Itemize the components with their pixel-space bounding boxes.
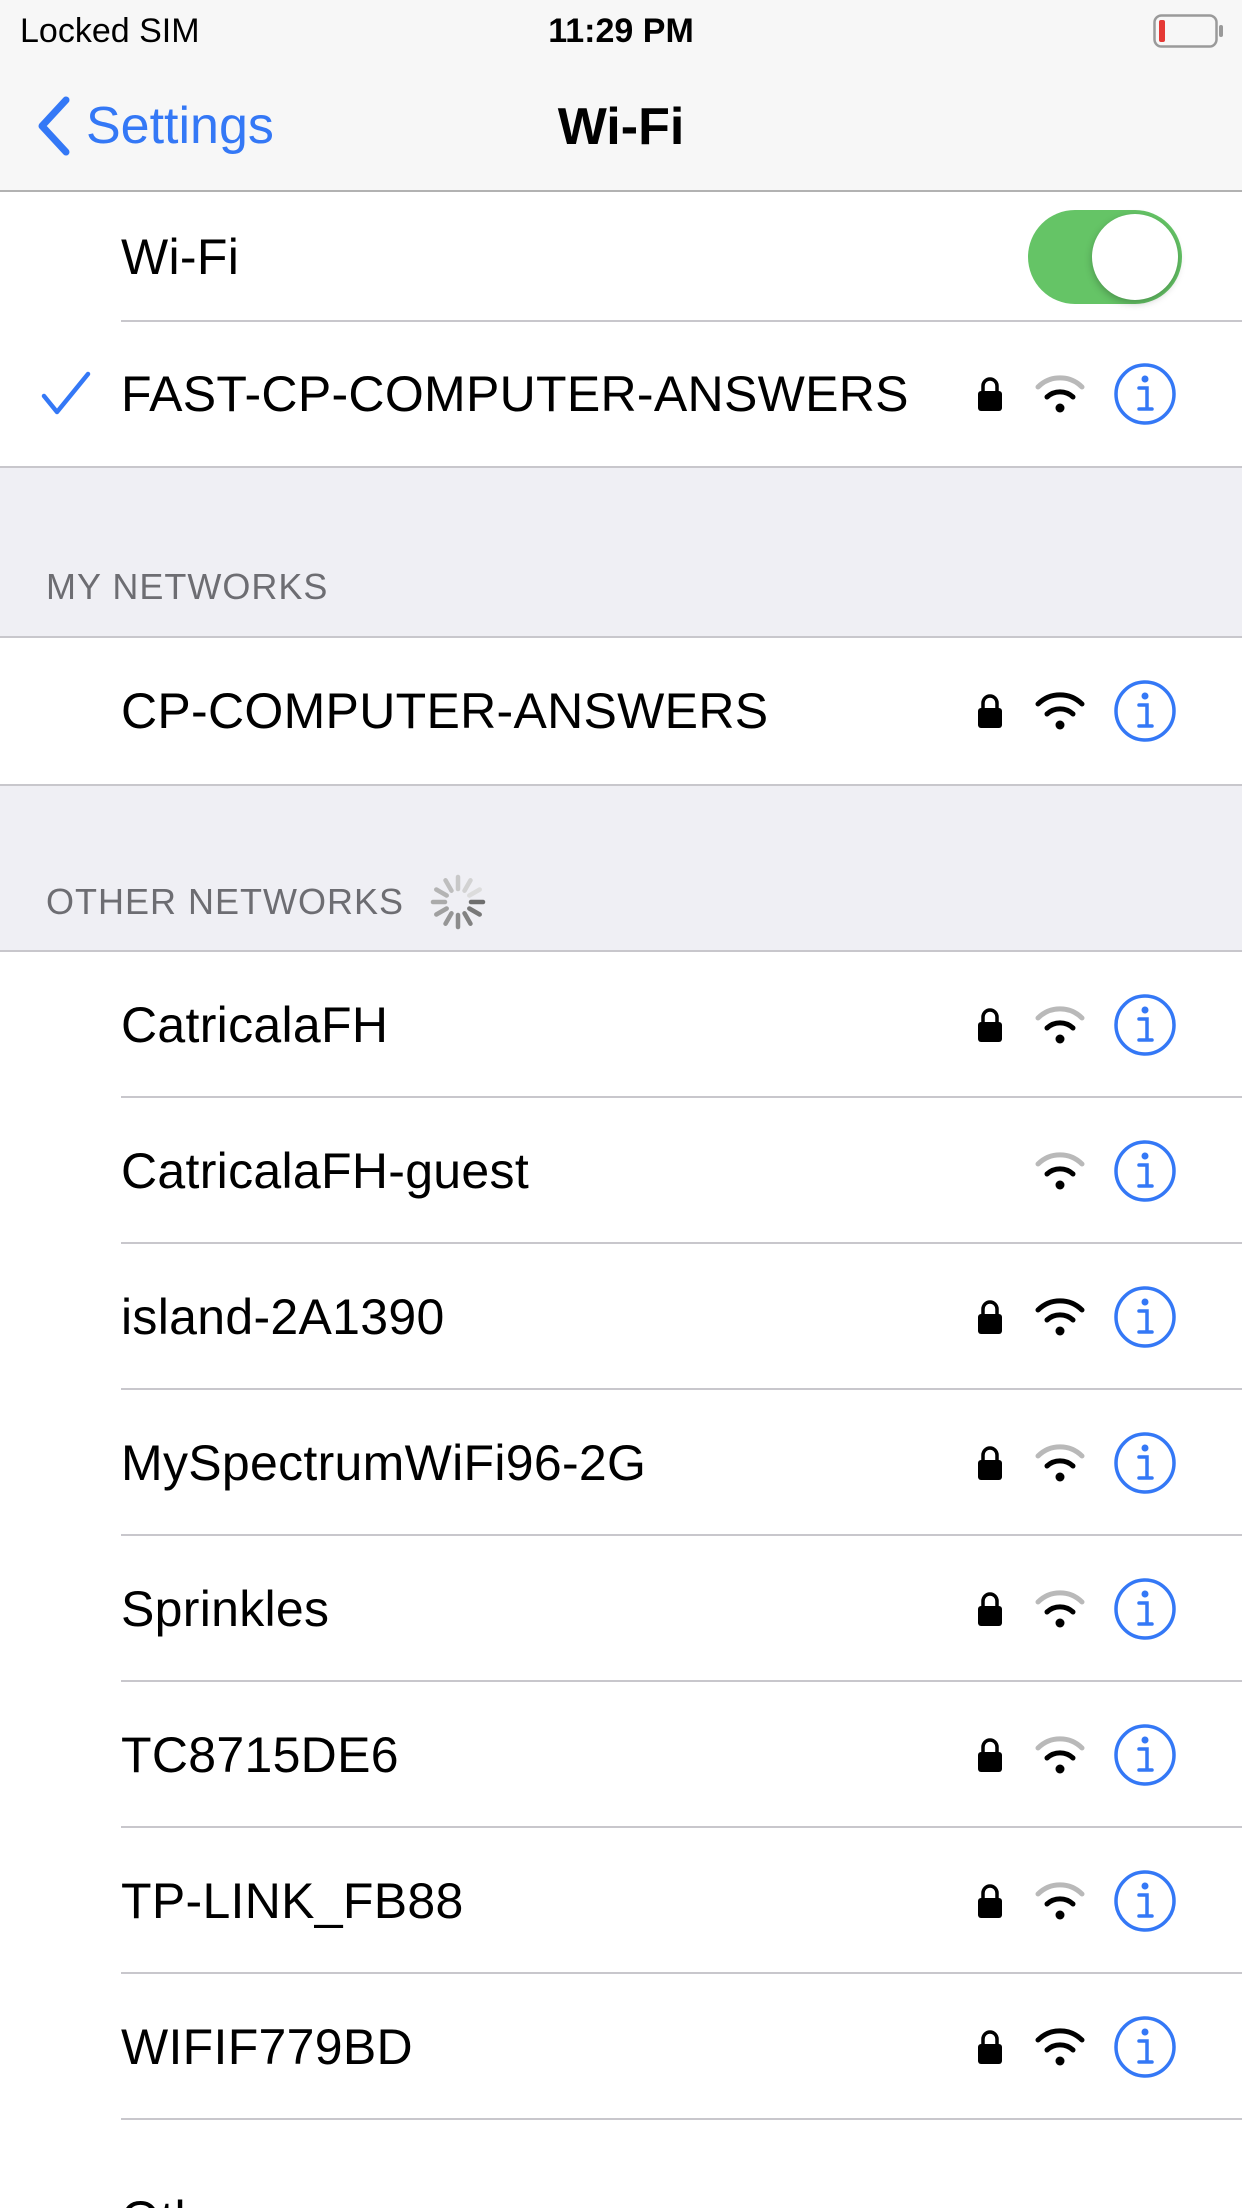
my-networks-header: MY NETWORKS <box>46 566 329 607</box>
other-network-row[interactable]: Other... <box>0 2120 1242 2208</box>
other-networks-header: OTHER NETWORKS <box>46 872 488 932</box>
info-icon[interactable] <box>1112 1138 1178 1204</box>
status-bar: Locked SIM 11:29 PM <box>0 0 1242 60</box>
wifi-signal-icon <box>1035 375 1085 413</box>
other-networks-label: OTHER NETWORKS <box>46 881 405 922</box>
wifi-toggle-row: Wi-Fi <box>0 192 1242 322</box>
network-row[interactable]: TC8715DE6 <box>0 1682 1242 1828</box>
info-icon[interactable] <box>1112 1284 1178 1350</box>
network-name: Sprinkles <box>121 1581 330 1637</box>
wifi-signal-icon <box>1035 1736 1085 1774</box>
network-name: CP-COMPUTER-ANSWERS <box>121 683 769 739</box>
info-icon[interactable] <box>1112 2014 1178 2080</box>
lock-icon <box>978 1008 1002 1042</box>
wifi-signal-icon <box>1035 1444 1085 1482</box>
toggle-knob <box>1092 214 1178 300</box>
info-icon[interactable] <box>1112 678 1178 744</box>
network-name: CatricalaFH <box>121 997 389 1053</box>
info-icon[interactable] <box>1112 1576 1178 1642</box>
network-row[interactable]: TP-LINK_FB88 <box>0 1828 1242 1974</box>
network-name: CatricalaFH-guest <box>121 1143 530 1199</box>
other-network-label: Other... <box>121 2190 287 2208</box>
lock-icon <box>978 1738 1002 1772</box>
other-networks-list: CatricalaFH CatricalaFH-guest island-2A139… <box>0 950 1242 2208</box>
checkmark-icon <box>41 371 91 415</box>
lock-icon <box>978 694 1002 728</box>
lock-icon <box>978 1592 1002 1626</box>
info-icon[interactable] <box>1112 361 1178 427</box>
network-name: TC8715DE6 <box>121 1727 399 1783</box>
wifi-signal-icon <box>1035 1006 1085 1044</box>
wifi-toggle-label: Wi-Fi <box>121 229 240 285</box>
wifi-toggle-switch[interactable] <box>1028 210 1182 304</box>
network-row[interactable]: CatricalaFH <box>0 952 1242 1098</box>
wifi-signal-icon <box>1035 1152 1085 1190</box>
network-row[interactable]: island-2A1390 <box>0 1244 1242 1390</box>
wifi-signal-icon <box>1035 692 1085 730</box>
loading-spinner-icon <box>430 874 486 930</box>
navigation-bar: Settings Wi-Fi <box>0 60 1242 192</box>
network-row[interactable]: CatricalaFH-guest <box>0 1098 1242 1244</box>
battery-low-icon <box>1153 14 1223 48</box>
info-icon[interactable] <box>1112 992 1178 1058</box>
lock-icon <box>978 1446 1002 1480</box>
clock: 11:29 PM <box>548 12 694 50</box>
wifi-signal-icon <box>1035 1882 1085 1920</box>
wifi-group: Wi-Fi FAST-CP-COMPUTER-ANSWERS <box>0 192 1242 468</box>
network-name: island-2A1390 <box>121 1289 445 1345</box>
network-name: TP-LINK_FB88 <box>121 1873 464 1929</box>
network-name: MySpectrumWiFi96-2G <box>121 1435 647 1491</box>
my-networks-list: CP-COMPUTER-ANSWERS <box>0 636 1242 786</box>
info-icon[interactable] <box>1112 1430 1178 1496</box>
network-row[interactable]: Sprinkles <box>0 1536 1242 1682</box>
lock-icon <box>978 1884 1002 1918</box>
page-title: Wi-Fi <box>557 98 685 156</box>
info-icon[interactable] <box>1112 1722 1178 1788</box>
wifi-signal-icon <box>1035 2028 1085 2066</box>
network-row[interactable]: MySpectrumWiFi96-2G <box>0 1390 1242 1536</box>
lock-icon <box>978 1300 1002 1334</box>
connected-network-row[interactable]: FAST-CP-COMPUTER-ANSWERS <box>0 322 1242 468</box>
info-icon[interactable] <box>1112 1868 1178 1934</box>
network-row[interactable]: CP-COMPUTER-ANSWERS <box>0 638 1242 784</box>
network-row[interactable]: WIFIF779BD <box>0 1974 1242 2120</box>
wifi-signal-icon <box>1035 1298 1085 1336</box>
lock-icon <box>978 377 1002 411</box>
network-name: WIFIF779BD <box>121 2019 413 2075</box>
lock-icon <box>978 2030 1002 2064</box>
wifi-signal-icon <box>1035 1590 1085 1628</box>
connected-network-name: FAST-CP-COMPUTER-ANSWERS <box>121 366 909 422</box>
